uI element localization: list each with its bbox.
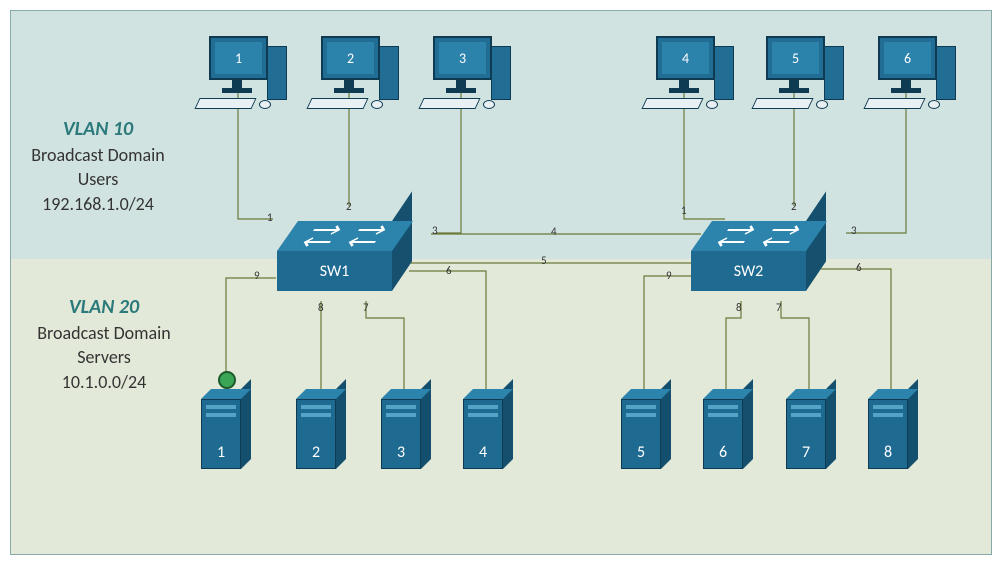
pc-6: 6 [858, 36, 968, 131]
sw1-port-2: 2 [346, 200, 352, 213]
switch-icon [277, 221, 413, 251]
sw1-port-4: 4 [551, 225, 557, 238]
sw2-label: SW2 [734, 262, 764, 281]
sw1-port-1: 1 [267, 211, 273, 224]
pc-2: 2 [301, 36, 411, 131]
pc-4-label: 4 [662, 42, 709, 74]
server-2-label: 2 [312, 443, 320, 462]
sw1-port-3: 3 [432, 224, 438, 237]
vlan20-name: VLAN 20 [69, 295, 139, 319]
server-8-label: 8 [884, 443, 892, 462]
vlan20-line3: Servers [77, 346, 131, 368]
server-6-label: 6 [719, 443, 727, 462]
server-6: 6 [703, 389, 753, 474]
pc-5-label: 5 [772, 42, 819, 74]
server-7: 7 [786, 389, 836, 474]
pc-1-label: 1 [215, 42, 262, 74]
server-5-label: 5 [637, 443, 645, 462]
pc-4: 4 [636, 36, 746, 131]
network-diagram: VLAN 10 Broadcast Domain Users 192.168.1… [10, 10, 992, 555]
switch-icon [691, 221, 827, 251]
vlan10-subnet: 192.168.1.0/24 [42, 193, 154, 215]
switch-sw2: SW2 [691, 221, 826, 296]
pc-3: 3 [413, 36, 523, 131]
sw1-port-8: 8 [318, 301, 324, 314]
server-8: 8 [868, 389, 918, 474]
server-3-label: 3 [397, 443, 405, 462]
sw1-port-7: 7 [363, 301, 369, 314]
server-2: 2 [296, 389, 346, 474]
sw2-port-9: 9 [666, 269, 672, 282]
pc-1: 1 [189, 36, 299, 131]
server-7-label: 7 [802, 443, 810, 462]
sw2-port-6: 6 [856, 261, 862, 274]
vlan10-name: VLAN 10 [63, 117, 133, 141]
vlan20-line2: Broadcast Domain [37, 322, 171, 344]
server-4-label: 4 [479, 443, 487, 462]
sw1-port-6: 6 [446, 264, 452, 277]
server-5: 5 [621, 389, 671, 474]
pc-3-label: 3 [439, 42, 486, 74]
server-3: 3 [381, 389, 431, 474]
sw1-label: SW1 [320, 262, 350, 281]
vlan20-subnet: 10.1.0.0/24 [62, 371, 146, 393]
sw2-port-8: 8 [736, 301, 742, 314]
vlan20-label: VLAN 20 Broadcast Domain Servers 10.1.0.… [29, 294, 179, 394]
sw2-port-1: 1 [681, 204, 687, 217]
vlan10-line2: Broadcast Domain [31, 144, 165, 166]
server-4: 4 [463, 389, 513, 474]
server-1-label: 1 [217, 443, 225, 462]
vlan10-line3: Users [78, 168, 119, 190]
pc-2-label: 2 [327, 42, 374, 74]
switch-sw1: SW1 [277, 221, 412, 296]
pc-5: 5 [746, 36, 856, 131]
server-1: 1 [201, 389, 251, 474]
sw2-port-3: 3 [851, 224, 857, 237]
sw1-port-5: 5 [541, 254, 547, 267]
sw2-port-7: 7 [776, 301, 782, 314]
highlight-dot-icon [218, 371, 236, 389]
vlan10-label: VLAN 10 Broadcast Domain Users 192.168.1… [23, 116, 173, 216]
pc-6-label: 6 [884, 42, 931, 74]
sw2-port-2: 2 [791, 200, 797, 213]
sw1-port-9: 9 [254, 269, 260, 282]
